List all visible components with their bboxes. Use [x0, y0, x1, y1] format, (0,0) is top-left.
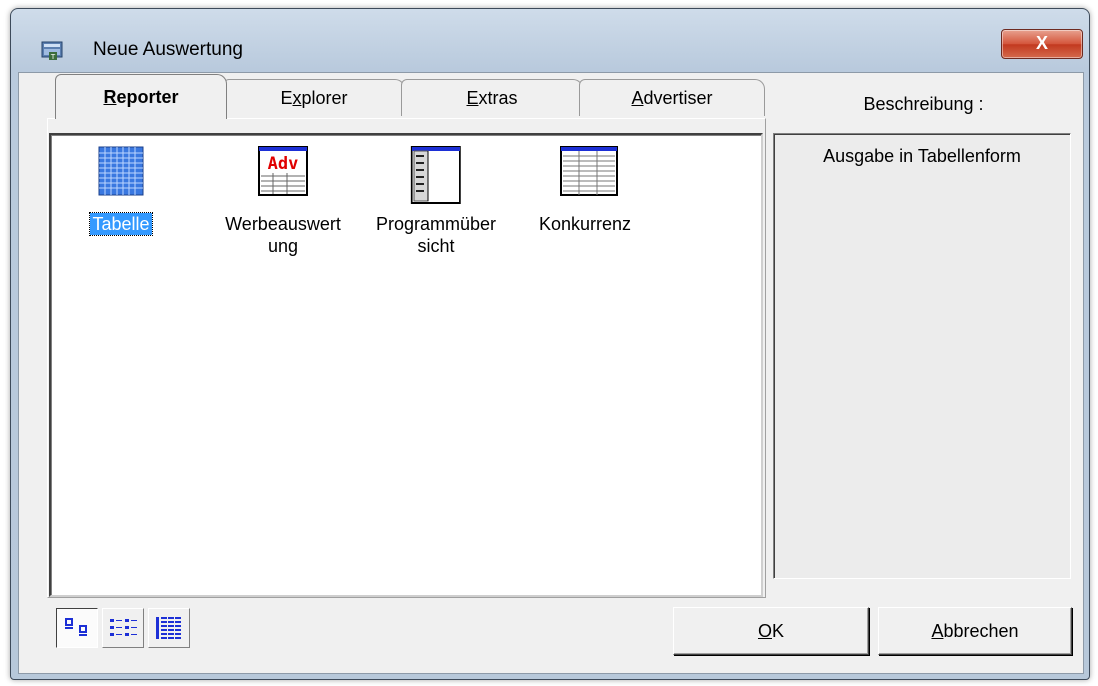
- item-label: Werbeauswert ung: [225, 214, 341, 256]
- large-icons-view-icon: [65, 618, 87, 636]
- description-heading: Beschreibung :: [863, 94, 984, 114]
- large-icons-view-button[interactable]: [56, 608, 98, 648]
- list-item-werbeauswertung[interactable]: Adv Werbeauswert ung: [208, 145, 358, 257]
- details-view-icon: [156, 617, 181, 639]
- item-label: Konkurrenz: [538, 214, 632, 234]
- title-bar[interactable]: T Neue Auswertung X: [11, 9, 1089, 61]
- table-grid-icon: [95, 145, 147, 197]
- description-text: Ausgabe in Tabellenform: [823, 146, 1021, 166]
- program-list-icon: [410, 145, 462, 204]
- adv-report-icon: Adv: [257, 145, 309, 197]
- svg-text:T: T: [50, 53, 56, 61]
- svg-text:Adv: Adv: [268, 154, 299, 174]
- list-view-button[interactable]: [102, 608, 144, 648]
- list-item-programmuebersicht[interactable]: Programmüber sicht: [361, 145, 511, 257]
- app-icon: T: [41, 41, 63, 61]
- tab-advertiser[interactable]: Advertiser: [579, 79, 765, 116]
- list-item-konkurrenz[interactable]: Konkurrenz: [510, 145, 660, 235]
- list-item-tabelle[interactable]: Tabelle: [46, 145, 196, 236]
- cancel-button[interactable]: Abbrechen: [878, 607, 1072, 655]
- details-view-button[interactable]: [148, 608, 190, 648]
- competition-table-icon: [559, 145, 618, 197]
- ok-button[interactable]: OK: [673, 607, 869, 655]
- tab-explorer[interactable]: Explorer: [223, 79, 405, 116]
- report-type-list[interactable]: Tabelle Adv Werbeauswert ung Programmübe…: [49, 133, 763, 597]
- description-panel: Ausgabe in Tabellenform: [773, 133, 1071, 579]
- item-label: Tabelle: [89, 212, 153, 236]
- item-label: Programmüber sicht: [375, 214, 497, 256]
- view-mode-toolbar: [56, 608, 192, 648]
- window-title: Neue Auswertung: [93, 39, 243, 60]
- close-button[interactable]: X: [1001, 29, 1083, 59]
- tab-reporter[interactable]: Reporter: [55, 74, 227, 119]
- list-view-icon: [110, 619, 137, 636]
- tab-extras[interactable]: Extras: [401, 79, 583, 116]
